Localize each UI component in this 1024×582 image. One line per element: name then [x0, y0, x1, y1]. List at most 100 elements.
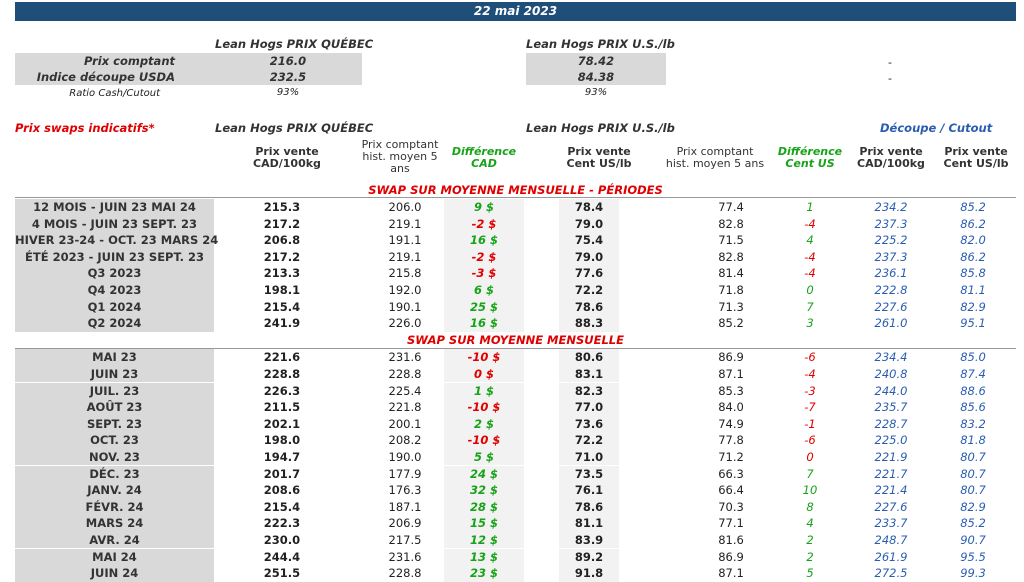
pv-cad-value: 213.3 — [263, 266, 301, 281]
row-label: Q2 2024 — [15, 315, 214, 332]
pv-us-value: 83.9 — [559, 531, 619, 549]
col-header-pv-cad: Prix vente CAD/100kg — [253, 145, 321, 170]
diff-us-value: 7 — [806, 299, 814, 314]
summary-quebec-ratio: 93% — [276, 87, 300, 98]
row-label: JUIL. 23 — [15, 382, 214, 400]
pv-us-value: 73.6 — [559, 415, 619, 433]
pv-us-value: 91.8 — [559, 565, 619, 582]
diff-cad-value: 12 $ — [444, 531, 524, 549]
pc-hist-us-value: 82.8 — [718, 249, 744, 264]
diff-us-value: 4 — [806, 233, 814, 248]
summary-label-prix-comptant: Prix comptant — [84, 54, 175, 68]
diff-cad-value: 23 $ — [444, 565, 524, 582]
pc-hist-us-value: 82.8 — [718, 216, 744, 231]
diff-cad-value: 6 $ — [444, 282, 524, 299]
cutout-cad-value: 221.9 — [874, 449, 908, 464]
cutout-us-value: 86.2 — [960, 249, 986, 264]
pv-us-value: 72.2 — [559, 432, 619, 449]
pv-cad-value: 198.0 — [263, 433, 301, 448]
cutout-us-value: 85.0 — [960, 350, 986, 365]
diff-us-value: -6 — [804, 433, 816, 448]
table-row: MAI 23 221.6 231.6 -10 $ 80.6 86.9 -6 234.4 85.0 — [15, 349, 1016, 366]
cutout-cad-value: 244.0 — [874, 383, 908, 398]
cutout-us-value: 85.2 — [960, 200, 986, 214]
pv-us-value: 77.6 — [559, 265, 619, 282]
diff-us-value: 10 — [802, 483, 818, 498]
table-divider — [15, 197, 1016, 198]
pv-us-value: 77.0 — [559, 399, 619, 416]
pv-cad-value: 217.2 — [263, 249, 301, 264]
diff-us-value: -1 — [804, 416, 816, 431]
pv-us-value: 89.2 — [559, 548, 619, 566]
diff-us-value: 4 — [806, 516, 814, 531]
table-row: JANV. 24 208.6 176.3 32 $ 76.1 66.4 10 221.4 80.… — [15, 482, 1016, 499]
pc-hist-value: 206.0 — [388, 200, 422, 214]
table-row: AOÛT 23 211.5 221.8 -10 $ 77.0 84.0 -7 235.7 85.… — [15, 399, 1016, 416]
table-row: MARS 24 222.3 206.9 15 $ 81.1 77.1 4 233.7 85.2 — [15, 515, 1016, 532]
cutout-cad-value: 228.7 — [874, 416, 908, 431]
pc-hist-us-value: 66.4 — [718, 483, 744, 498]
pv-us-value: 83.1 — [559, 365, 619, 383]
pc-hist-value: 231.6 — [388, 350, 422, 365]
table-row: MAI 24 244.4 231.6 13 $ 89.2 86.9 2 261.9 95.5 — [15, 548, 1016, 566]
pc-hist-value: 206.9 — [388, 516, 422, 531]
pv-cad-value: 226.3 — [263, 383, 301, 398]
cutout-us-value: 90.7 — [960, 532, 986, 547]
summary-label-ratio: Ratio Cash/Cutout — [69, 88, 160, 99]
pv-us-value: 78.6 — [559, 498, 619, 516]
pv-us-value: 78.6 — [559, 298, 619, 316]
pc-hist-us-value: 81.6 — [718, 532, 744, 547]
pv-cad-value: 217.2 — [263, 216, 301, 231]
pv-us-value: 75.4 — [559, 232, 619, 249]
pv-cad-value: 202.1 — [263, 416, 301, 431]
cutout-us-value: 82.0 — [960, 233, 986, 248]
table-row: SEPT. 23 202.1 200.1 2 $ 73.6 74.9 -1 228.7 83.2 — [15, 415, 1016, 433]
swaps-us-title: Lean Hogs PRIX U.S./lb — [526, 121, 675, 135]
pv-us-value: 73.5 — [559, 465, 619, 483]
table-row: NOV. 23 194.7 190.0 5 $ 71.0 71.2 0 221.9 80.7 — [15, 448, 1016, 466]
cutout-cad-value: 236.1 — [874, 266, 908, 281]
pc-hist-us-value: 70.3 — [718, 499, 744, 514]
summary-label-indice-decoupe: Indice découpe USDA — [36, 70, 175, 84]
pc-hist-value: 219.1 — [388, 249, 422, 264]
pc-hist-us-value: 71.2 — [718, 449, 744, 464]
pv-cad-value: 206.8 — [263, 233, 301, 248]
pv-cad-value: 251.5 — [263, 566, 301, 581]
row-label: MAI 24 — [15, 548, 214, 566]
diff-us-value: -4 — [804, 216, 816, 231]
pc-hist-value: 215.8 — [388, 266, 422, 281]
diff-cad-value: -2 $ — [444, 215, 524, 233]
row-label: JUIN 24 — [15, 565, 214, 582]
diff-us-value: -4 — [804, 266, 816, 281]
summary-quebec-prix-comptant: 216.0 — [269, 54, 307, 68]
col-header-cut-cad: Prix vente CAD/100kg — [857, 145, 925, 170]
row-label: MAI 23 — [15, 349, 214, 366]
pc-hist-us-value: 85.2 — [718, 316, 744, 331]
cutout-us-value: 82.9 — [960, 299, 986, 314]
table-row: Q2 2024 241.9 226.0 16 $ 88.3 85.2 3 261.0 95.1 — [15, 315, 1016, 332]
diff-us-value: -4 — [804, 249, 816, 264]
diff-cad-value: 15 $ — [444, 515, 524, 532]
pc-hist-value: 190.1 — [388, 299, 422, 314]
pv-us-value: 76.1 — [559, 482, 619, 499]
table-row: HIVER 23-24 - OCT. 23 MARS 24 206.8 191.1 1… — [15, 232, 1016, 249]
cutout-cad-value: 227.6 — [874, 299, 908, 314]
pc-hist-us-value: 66.3 — [718, 466, 744, 481]
table-row: ÉTÉ 2023 - JUIN 23 SEPT. 23 217.2 219.1 -2 … — [15, 248, 1016, 266]
cutout-us-value: 80.7 — [960, 466, 986, 481]
cutout-cad-value: 235.7 — [874, 400, 908, 415]
cutout-cad-value: 261.9 — [874, 549, 908, 564]
pc-hist-us-value: 81.4 — [718, 266, 744, 281]
cutout-cad-value: 221.7 — [874, 466, 908, 481]
diff-cad-value: -10 $ — [444, 432, 524, 449]
swaps-title: Prix swaps indicatifs* — [15, 121, 155, 135]
diff-cad-value: 9 $ — [444, 199, 524, 216]
swaps-quebec-title: Lean Hogs PRIX QUÉBEC — [215, 121, 374, 135]
diff-us-value: 8 — [806, 499, 814, 514]
pv-cad-value: 228.8 — [263, 366, 301, 381]
table-row: JUIN 24 251.5 228.8 23 $ 91.8 87.1 5 272.5 99.3 — [15, 565, 1016, 582]
cutout-us-value: 81.8 — [960, 433, 986, 448]
pc-hist-value: 231.6 — [388, 549, 422, 564]
row-label: HIVER 23-24 - OCT. 23 MARS 24 — [15, 232, 219, 249]
col-header-diff-us: Différence Cent US — [777, 145, 843, 170]
